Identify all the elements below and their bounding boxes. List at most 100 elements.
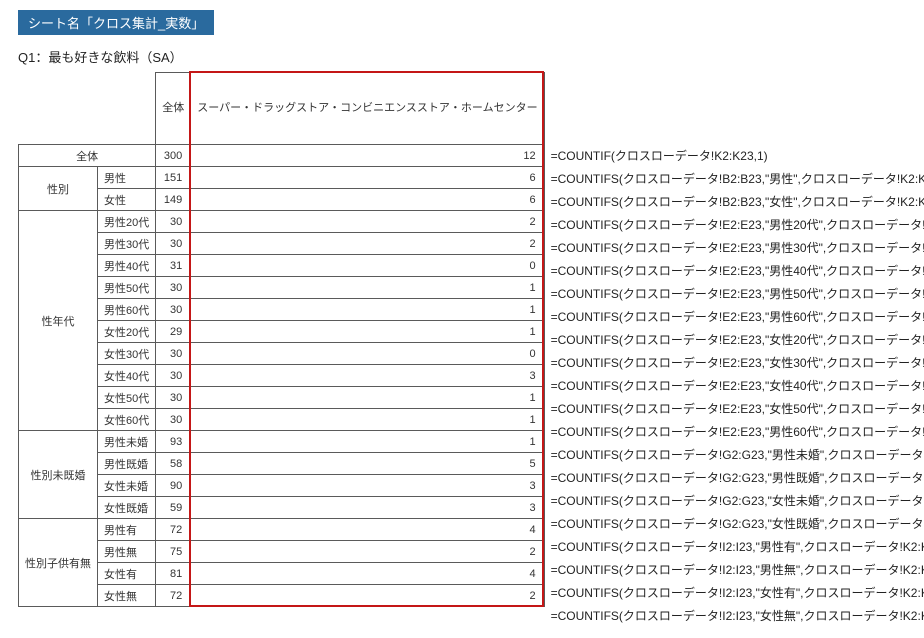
total-row-store: 12 [191,145,544,167]
formula-list: =COUNTIF(クロスローデータ!K2:K23,1)=COUNTIFS(クロス… [551,72,924,628]
table-row: 男性50代301 [19,277,545,299]
formula-text: =COUNTIFS(クロスローデータ!E2:E23,"男性20代",クロスローデ… [551,214,924,237]
row-sub-label: 男性50代 [98,277,156,299]
row-store: 2 [191,541,544,563]
row-sub-label: 男性既婚 [98,453,156,475]
row-sub-label: 男性40代 [98,255,156,277]
row-sub-label: 女性無 [98,585,156,607]
row-total: 30 [156,233,191,255]
formula-text: =COUNTIFS(クロスローデータ!E2:E23,"男性60代",クロスローデ… [551,306,924,329]
group-label: 性年代 [19,211,98,431]
table-row: 女性40代303 [19,365,545,387]
row-store: 1 [191,321,544,343]
formula-text: =COUNTIFS(クロスローデータ!B2:B23,"女性",クロスローデータ!… [551,191,924,214]
group-label: 性別 [19,167,98,211]
total-row-total: 300 [156,145,191,167]
row-sub-label: 女性20代 [98,321,156,343]
row-store: 1 [191,431,544,453]
row-store: 0 [191,255,544,277]
table-row: 女性60代301 [19,409,545,431]
table-row: 男性無752 [19,541,545,563]
table-row: 女性無722 [19,585,545,607]
question-title: Q1：最も好きな飲料（SA） [18,47,906,66]
table-row: 性別未既婚男性未婚931 [19,431,545,453]
formula-text: =COUNTIFS(クロスローデータ!E2:E23,"女性30代",クロスローデ… [551,352,924,375]
table-row: 男性60代301 [19,299,545,321]
row-store: 6 [191,167,544,189]
formula-text: =COUNTIFS(クロスローデータ!G2:G23,"男性既婚",クロスローデー… [551,467,924,490]
table-row: 女性1496 [19,189,545,211]
row-sub-label: 女性60代 [98,409,156,431]
row-store: 3 [191,475,544,497]
table-row: 男性30代302 [19,233,545,255]
formula-text: =COUNTIF(クロスローデータ!K2:K23,1) [551,145,924,168]
table-row: 女性既婚593 [19,497,545,519]
formula-text: =COUNTIFS(クロスローデータ!E2:E23,"男性40代",クロスローデ… [551,260,924,283]
row-store: 3 [191,365,544,387]
formula-text: =COUNTIFS(クロスローデータ!E2:E23,"男性50代",クロスローデ… [551,283,924,306]
row-store: 5 [191,453,544,475]
formula-text: =COUNTIFS(クロスローデータ!E2:E23,"女性50代",クロスローデ… [551,398,924,421]
row-sub-label: 男性20代 [98,211,156,233]
formula-text: =COUNTIFS(クロスローデータ!E2:E23,"女性20代",クロスローデ… [551,329,924,352]
formula-text: =COUNTIFS(クロスローデータ!G2:G23,"女性未婚",クロスローデー… [551,490,924,513]
formula-text: =COUNTIFS(クロスローデータ!B2:B23,"男性",クロスローデータ!… [551,168,924,191]
row-total: 30 [156,343,191,365]
row-total: 30 [156,277,191,299]
total-row-label: 全体 [19,145,156,167]
row-sub-label: 男性未婚 [98,431,156,453]
row-sub-label: 女性有 [98,563,156,585]
group-label: 性別子供有無 [19,519,98,607]
row-total: 30 [156,365,191,387]
row-sub-label: 女性30代 [98,343,156,365]
formula-text: =COUNTIFS(クロスローデータ!E2:E23,"女性40代",クロスローデ… [551,375,924,398]
row-total: 81 [156,563,191,585]
table-row: 性別男性1516 [19,167,545,189]
row-total: 72 [156,585,191,607]
row-sub-label: 男性 [98,167,156,189]
row-sub-label: 女性40代 [98,365,156,387]
group-label: 性別未既婚 [19,431,98,519]
row-store: 3 [191,497,544,519]
row-store: 1 [191,299,544,321]
row-store: 6 [191,189,544,211]
row-total: 30 [156,211,191,233]
sheet-name-tag: シート名「クロス集計_実数」 [18,10,214,35]
table-row: 性年代男性20代302 [19,211,545,233]
row-total: 30 [156,409,191,431]
formula-text: =COUNTIFS(クロスローデータ!I2:I23,"男性有",クロスローデータ… [551,536,924,559]
row-store: 1 [191,409,544,431]
row-total: 29 [156,321,191,343]
row-sub-label: 男性60代 [98,299,156,321]
row-store: 2 [191,211,544,233]
table-wrap: 全体 スーパー・ドラッグストア・コンビニエンスストア・ホームセンター 全体300… [18,72,545,607]
row-store: 1 [191,277,544,299]
formula-text: =COUNTIFS(クロスローデータ!I2:I23,"女性無",クロスローデータ… [551,605,924,628]
row-sub-label: 女性既婚 [98,497,156,519]
table-row: 女性50代301 [19,387,545,409]
header-total: 全体 [156,73,191,145]
formula-text: =COUNTIFS(クロスローデータ!I2:I23,"女性有",クロスローデータ… [551,582,924,605]
crosstab-table: 全体 スーパー・ドラッグストア・コンビニエンスストア・ホームセンター 全体300… [18,72,545,607]
row-sub-label: 男性30代 [98,233,156,255]
row-total: 31 [156,255,191,277]
formula-text: =COUNTIFS(クロスローデータ!G2:G23,"女性既婚",クロスローデー… [551,513,924,536]
row-total: 30 [156,387,191,409]
row-total: 90 [156,475,191,497]
table-row: 女性20代291 [19,321,545,343]
row-store: 4 [191,563,544,585]
row-sub-label: 男性有 [98,519,156,541]
table-row: 性別子供有無男性有724 [19,519,545,541]
table-row: 男性40代310 [19,255,545,277]
formula-text: =COUNTIFS(クロスローデータ!E2:E23,"男性30代",クロスローデ… [551,237,924,260]
formula-text: =COUNTIFS(クロスローデータ!E2:E23,"男性60代",クロスローデ… [551,421,924,444]
row-total: 59 [156,497,191,519]
table-row: 女性有814 [19,563,545,585]
row-total: 149 [156,189,191,211]
table-row: 男性既婚585 [19,453,545,475]
row-store: 1 [191,387,544,409]
row-sub-label: 女性未婚 [98,475,156,497]
row-total: 58 [156,453,191,475]
formula-text: =COUNTIFS(クロスローデータ!I2:I23,"男性無",クロスローデータ… [551,559,924,582]
row-total: 75 [156,541,191,563]
